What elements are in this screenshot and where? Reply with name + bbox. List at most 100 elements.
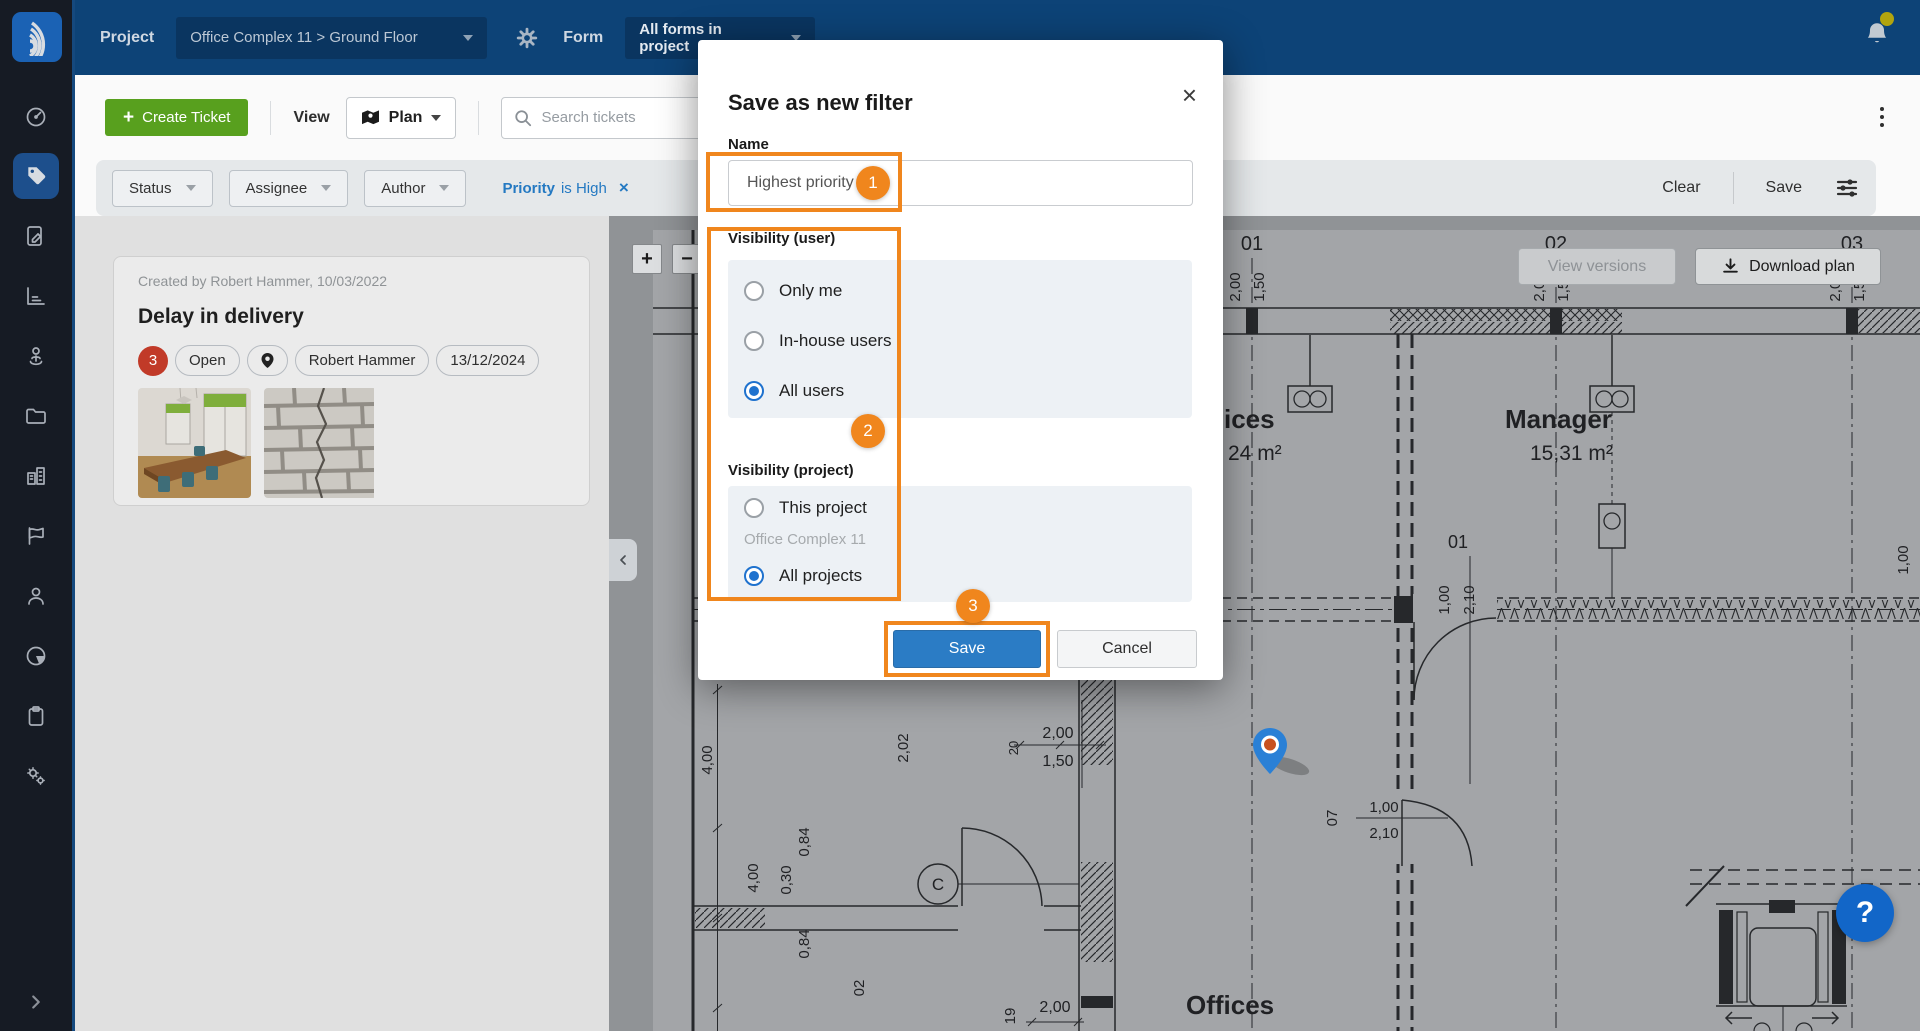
brick-wall-image — [264, 388, 374, 498]
dim-label: 2,00 — [1227, 272, 1244, 301]
app-logo[interactable] — [12, 12, 62, 62]
room-name-manager: Manager — [1505, 404, 1612, 434]
radio-all-users-label: All users — [779, 381, 844, 401]
flag-icon — [24, 524, 48, 548]
radio-icon[interactable] — [744, 331, 764, 351]
chevron-right-icon — [25, 991, 47, 1013]
more-options-button[interactable] — [1876, 103, 1888, 131]
plus-icon: + — [123, 108, 134, 127]
create-ticket-button[interactable]: + Create Ticket — [105, 99, 248, 136]
close-icon[interactable]: × — [1182, 82, 1197, 108]
buildings-icon — [24, 464, 48, 488]
form-label: Form — [563, 29, 603, 47]
filter-assignee-label: Assignee — [246, 180, 308, 197]
sidebar-item-dashboard[interactable] — [0, 86, 72, 146]
remove-filter-icon[interactable]: × — [619, 178, 629, 198]
filter-status-label: Status — [129, 180, 172, 197]
radio-icon[interactable] — [744, 281, 764, 301]
room-area-offices-clipped: 24 m² — [1228, 442, 1282, 465]
chevron-down-icon — [439, 185, 449, 191]
dim-label: 19 — [1002, 1008, 1019, 1025]
radio-icon[interactable] — [744, 498, 764, 518]
radio-in-house-users[interactable]: In-house users — [744, 316, 1176, 366]
active-filter-chip[interactable]: Priority is High × — [502, 178, 628, 198]
divider — [1733, 172, 1734, 204]
dashboard-gauge-icon — [24, 104, 48, 128]
sidebar-item-site-inspection[interactable] — [0, 326, 72, 386]
notifications-button[interactable] — [1864, 20, 1890, 53]
sidebar-item-documents[interactable] — [0, 386, 72, 446]
ticket-card[interactable]: Created by Robert Hammer, 10/03/2022 Del… — [113, 256, 590, 506]
radio-in-house-users-label: In-house users — [779, 331, 891, 351]
attachment-photo-brick-wall[interactable] — [264, 388, 377, 498]
filter-chip-field: Priority — [502, 180, 555, 197]
filter-status-dropdown[interactable]: Status — [112, 170, 213, 207]
dim-label: 20 — [1006, 741, 1021, 755]
step-badge-3: 3 — [956, 589, 990, 623]
collapse-panel-button[interactable] — [609, 539, 637, 581]
project-settings-button[interactable] — [515, 26, 539, 50]
dim-label: 2,10 — [1369, 825, 1398, 842]
logo-arcs-icon — [18, 18, 56, 56]
view-versions-button[interactable]: View versions — [1518, 248, 1676, 285]
sliders-icon — [1834, 175, 1860, 201]
download-plan-label: Download plan — [1749, 258, 1855, 276]
filter-settings-button[interactable] — [1834, 175, 1860, 201]
sidebar-expand-button[interactable] — [0, 979, 72, 1025]
sidebar-item-reports[interactable] — [0, 506, 72, 566]
pin-center — [1264, 739, 1276, 751]
status-badge: Open — [175, 345, 240, 376]
save-filter-button[interactable]: Save — [1766, 179, 1802, 197]
sidebar-item-contacts[interactable] — [0, 566, 72, 626]
sidebar-item-settings[interactable] — [0, 746, 72, 806]
dim-label: 2,02 — [895, 733, 912, 762]
folder-icon — [24, 404, 48, 428]
filter-chip-condition: is High — [561, 180, 607, 197]
due-date-badge: 13/12/2024 — [436, 345, 539, 376]
project-selector[interactable]: Office Complex 11 > Ground Floor — [176, 17, 487, 59]
radio-selected-icon[interactable] — [744, 381, 764, 401]
sidebar-item-tasks[interactable] — [0, 686, 72, 746]
view-mode-selector[interactable]: Plan — [346, 97, 457, 139]
sidebar-item-forms[interactable] — [0, 206, 72, 266]
dim-label: 02 — [851, 980, 868, 997]
gears-icon — [24, 764, 48, 788]
filter-assignee-dropdown[interactable]: Assignee — [229, 170, 349, 207]
attachment-photo-meeting-room[interactable] — [138, 388, 251, 498]
help-button[interactable]: ? — [1836, 884, 1894, 942]
ticket-title: Delay in delivery — [138, 305, 565, 329]
chevron-left-icon — [615, 552, 631, 568]
section-label-c: C — [932, 875, 944, 894]
sidebar-item-statistics[interactable] — [0, 266, 72, 326]
modal-cancel-button[interactable]: Cancel — [1057, 630, 1197, 668]
divider — [270, 101, 271, 135]
clear-filters-button[interactable]: Clear — [1662, 179, 1700, 197]
sidebar-item-analytics[interactable] — [0, 626, 72, 686]
sidebar-item-tickets[interactable] — [0, 146, 72, 206]
filter-name-input[interactable] — [728, 160, 1193, 206]
step-badge-2: 2 — [851, 414, 885, 448]
radio-selected-icon[interactable] — [744, 566, 764, 586]
zoom-in-button[interactable]: + — [632, 244, 662, 274]
download-plan-button[interactable]: Download plan — [1695, 248, 1881, 285]
radio-all-projects[interactable]: All projects — [744, 558, 1176, 594]
notification-dot — [1880, 12, 1894, 26]
location-pin-icon — [261, 353, 274, 368]
dim-label: 2,10 — [1461, 585, 1478, 614]
dim-label: 0,30 — [778, 865, 795, 894]
step-badge-1: 1 — [856, 166, 890, 200]
radio-this-project[interactable]: This project — [744, 490, 1176, 526]
filter-author-dropdown[interactable]: Author — [364, 170, 466, 207]
radio-all-users[interactable]: All users — [744, 366, 1176, 416]
dim-label: 2,00 — [1042, 725, 1073, 742]
priority-count-badge: 3 — [138, 346, 168, 376]
view-label: View — [293, 109, 329, 127]
meeting-room-image — [138, 388, 251, 498]
visibility-project-label: Visibility (project) — [728, 462, 854, 479]
sidebar-nav — [0, 86, 72, 806]
modal-save-button[interactable]: Save — [893, 630, 1041, 668]
ticket-list-panel: Created by Robert Hammer, 10/03/2022 Del… — [75, 216, 609, 1031]
radio-only-me[interactable]: Only me — [744, 266, 1176, 316]
sidebar-item-projects[interactable] — [0, 446, 72, 506]
location-badge — [247, 345, 288, 376]
